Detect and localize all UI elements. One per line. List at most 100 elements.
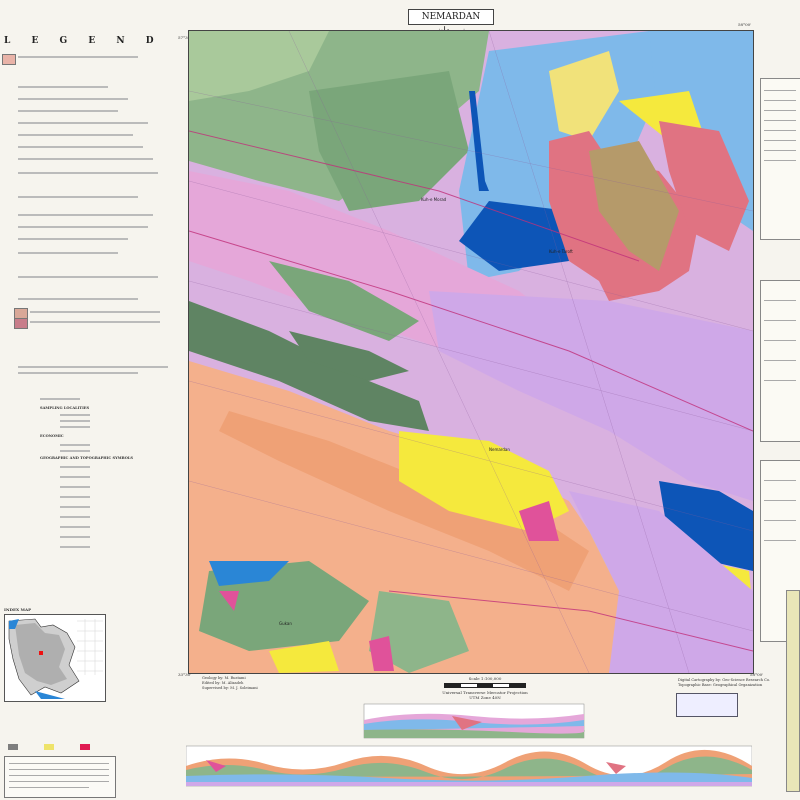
right-credit-block: Digital Cartography by: Geo-Science Rese… xyxy=(678,678,770,688)
map-sheet: NEMARDAN نمـردان L E G E N D S xyxy=(0,0,800,800)
text-line xyxy=(764,90,796,91)
text-line xyxy=(764,380,796,381)
legend-text-line xyxy=(18,134,133,136)
text-line xyxy=(764,340,796,341)
side-color-strip xyxy=(786,590,800,792)
cross-section-lower xyxy=(186,745,752,787)
legend-text-line xyxy=(30,321,160,323)
place-label: Kuh-e Morad xyxy=(421,197,447,202)
legend-text-line xyxy=(60,496,90,498)
legend-text-line xyxy=(60,426,90,428)
legend-text-line xyxy=(18,238,128,240)
place-label: Nemardan xyxy=(489,447,510,452)
text-line xyxy=(764,300,796,301)
legend-text-line xyxy=(60,536,90,538)
scale-title: Scale 1:100,000 xyxy=(468,676,502,681)
map-title: NEMARDAN نمـردان xyxy=(408,9,494,36)
legend-text-line xyxy=(18,276,158,278)
notes-box xyxy=(760,78,800,240)
geographic-title: GEOGRAPHIC AND TOPOGRAPHIC SYMBOLS xyxy=(40,456,133,460)
scale-bar xyxy=(444,683,526,688)
legend-text-line xyxy=(60,420,90,422)
legend-text-line xyxy=(18,214,153,216)
credit-line: Supervised by: M. J. Soleimani xyxy=(202,686,258,690)
sampling-title: SAMPLING LOCALITIES xyxy=(40,406,90,410)
legend-text-line xyxy=(18,122,148,124)
notes-box xyxy=(760,280,800,442)
legend-text-line xyxy=(18,110,118,112)
persian-notes-box xyxy=(4,756,116,798)
legend-text-line xyxy=(18,196,138,198)
text-line xyxy=(764,120,796,121)
legend-swatch xyxy=(2,54,16,65)
legend-text-line xyxy=(40,398,80,400)
publisher-stamp xyxy=(676,693,738,717)
text-line xyxy=(764,130,796,131)
legend-text-line xyxy=(18,158,153,160)
legend-panel: SAMPLING LOCALITIES ECONOMIC GEOGRAPHIC … xyxy=(0,46,180,606)
legend-swatch xyxy=(14,318,28,329)
legend-text-line xyxy=(60,526,90,528)
text-line xyxy=(9,775,109,776)
text-line xyxy=(9,769,109,770)
legend-text-line xyxy=(60,444,90,446)
map-title-english: NEMARDAN xyxy=(421,12,481,22)
legend-text-line xyxy=(60,546,90,548)
legend-heading-letter: E xyxy=(31,36,41,46)
legend-text-line xyxy=(18,86,108,88)
legend-text-line xyxy=(18,252,118,254)
legend-text-line xyxy=(60,414,90,416)
index-map-graphic xyxy=(5,615,105,701)
legend-text-line xyxy=(18,298,138,300)
text-line xyxy=(764,520,796,521)
right-notes-panel xyxy=(758,30,800,800)
text-line xyxy=(764,110,796,111)
cross-section-upper xyxy=(363,703,585,739)
legend-text-line xyxy=(60,486,90,488)
legend-text-line xyxy=(18,56,138,58)
index-legend-swatch xyxy=(44,744,54,750)
credit-line: Topographic Base: Geographical Organizat… xyxy=(678,683,763,687)
legend-heading-letter: E xyxy=(88,36,98,46)
place-label: Gukan xyxy=(279,621,292,626)
legend-text-line xyxy=(60,476,90,478)
legend-text-line xyxy=(60,516,90,518)
legend-text-line xyxy=(18,366,168,368)
index-legend-swatch xyxy=(8,744,18,750)
legend-text-line xyxy=(60,450,90,452)
text-line xyxy=(9,787,89,788)
legend-heading-letter: D xyxy=(145,36,156,46)
legend-text-line xyxy=(18,146,143,148)
legend-text-line xyxy=(18,172,158,174)
legend-text-line xyxy=(60,466,90,468)
index-legend-swatch xyxy=(80,744,90,750)
text-line xyxy=(764,140,796,141)
coord-top-right: 58°00' xyxy=(738,22,752,27)
legend-text-line xyxy=(18,98,128,100)
legend-heading-letter: G xyxy=(59,36,70,46)
legend-text-line xyxy=(60,506,90,508)
legend-heading: L E G E N D xyxy=(4,36,170,46)
legend-text-line xyxy=(30,311,160,313)
index-map-label: INDEX MAP xyxy=(4,607,32,612)
legend-heading-letter: N xyxy=(116,36,127,46)
text-line xyxy=(764,320,796,321)
text-line xyxy=(764,100,796,101)
text-line xyxy=(9,781,109,782)
economic-title: ECONOMIC xyxy=(40,434,64,438)
index-map xyxy=(4,614,106,702)
text-line xyxy=(764,360,796,361)
legend-heading-letter: L xyxy=(4,36,13,46)
text-line xyxy=(764,160,796,161)
geological-map: Kuh-e Morad Kuh-e Taroft Gukan Nemardan xyxy=(188,30,754,674)
text-line xyxy=(764,540,796,541)
legend-text-line xyxy=(18,226,148,228)
text-line xyxy=(9,763,109,764)
text-line xyxy=(764,480,796,481)
legend-text-line xyxy=(18,372,138,374)
place-label: Kuh-e Taroft xyxy=(549,249,573,254)
index-map-legend xyxy=(4,744,116,752)
text-line xyxy=(764,500,796,501)
credits-block: Geology by: M. Rustami Edited by: M. Ali… xyxy=(202,676,258,691)
text-line xyxy=(764,150,796,151)
